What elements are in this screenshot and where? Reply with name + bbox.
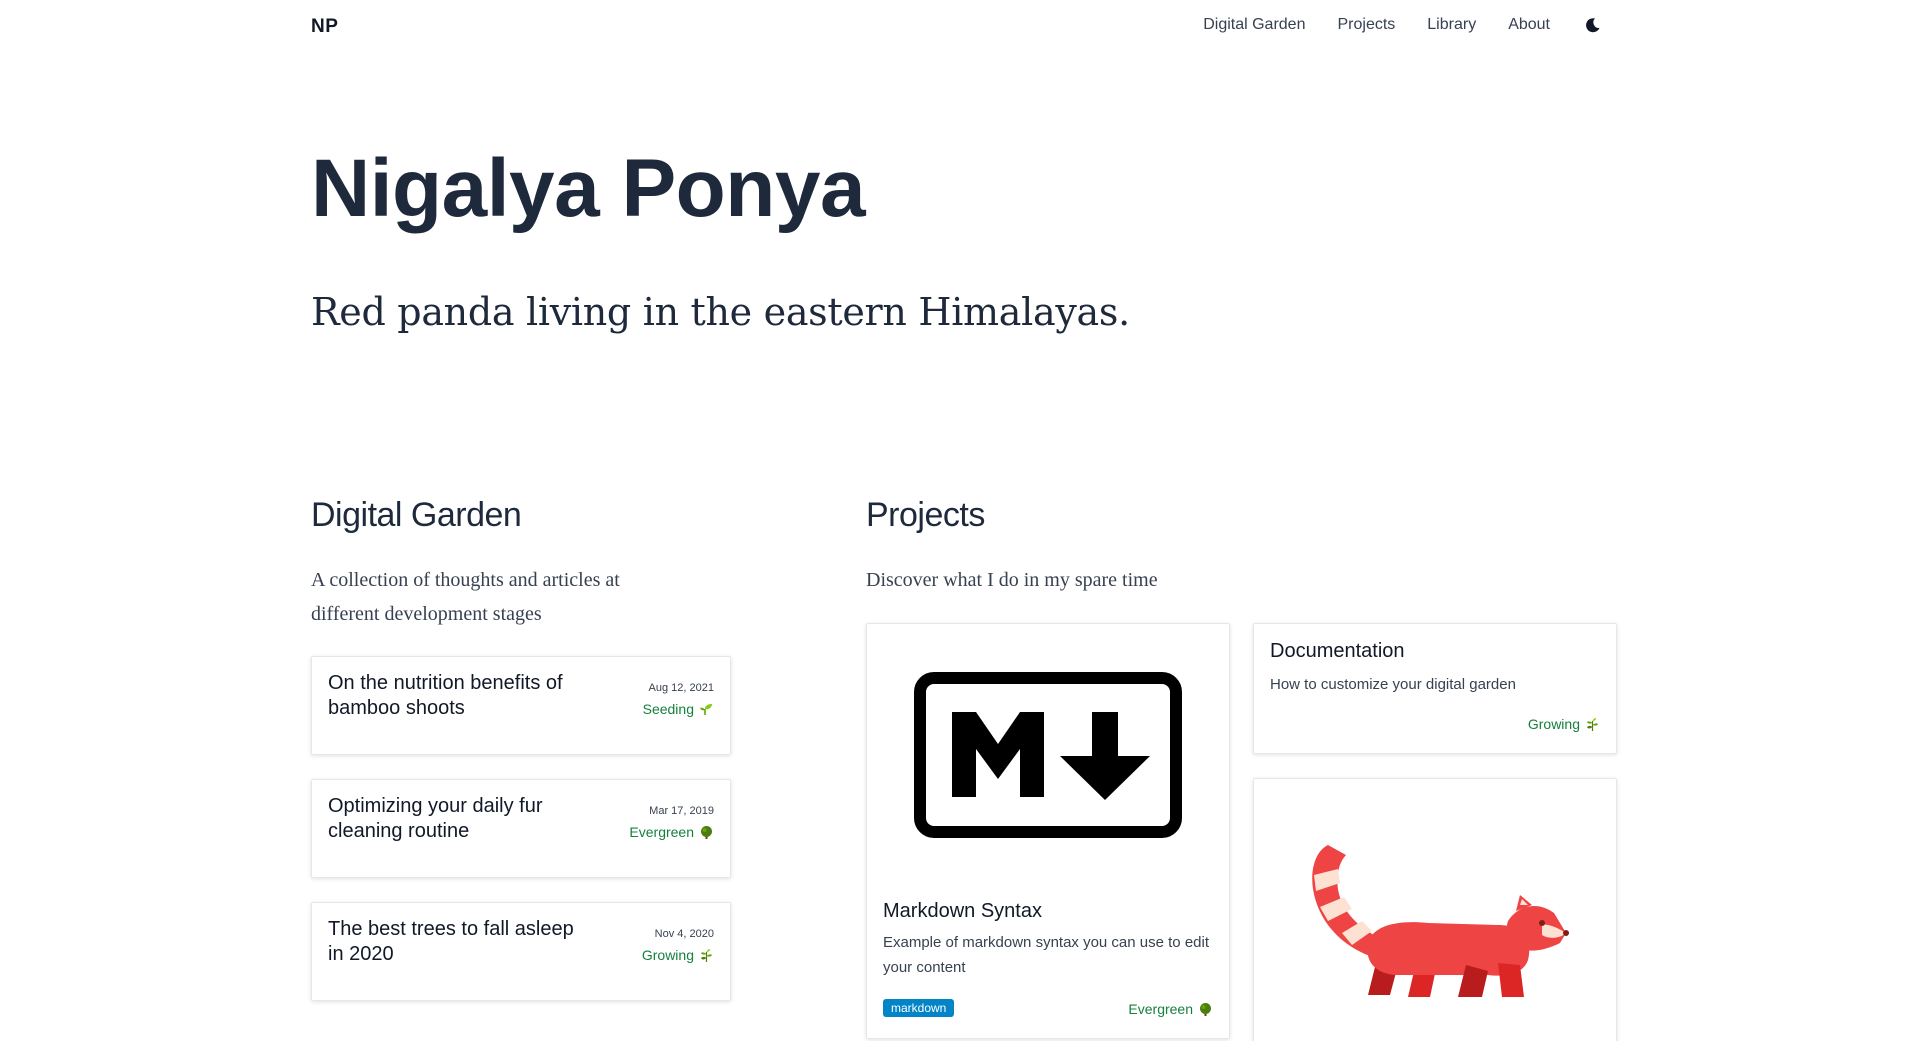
red-panda-icon <box>1298 825 1578 1010</box>
nav-digital-garden[interactable]: Digital Garden <box>1203 16 1305 34</box>
stage-label: Growing <box>641 947 694 963</box>
stage-label: Growing <box>1527 716 1580 732</box>
garden-card-title[interactable]: Optimizing your daily fur cleaning routi… <box>328 794 588 844</box>
stage-badge: Growing <box>1528 716 1600 732</box>
garden-card-title[interactable]: The best trees to fall asleep in 2020 <box>328 917 588 967</box>
project-card[interactable]: Markdown Syntax Example of markdown synt… <box>866 623 1230 1039</box>
moon-icon[interactable] <box>1582 14 1604 36</box>
garden-card[interactable]: Optimizing your daily fur cleaning routi… <box>311 779 731 878</box>
projects-section-title: Projects <box>866 496 985 534</box>
stage-badge: Evergreen <box>1128 1001 1213 1017</box>
project-card[interactable]: Documentation How to customize your digi… <box>1253 623 1617 754</box>
nav-about[interactable]: About <box>1508 16 1550 34</box>
garden-card-date: Mar 17, 2019 <box>649 805 714 817</box>
projects-section-description: Discover what I do in my spare time <box>866 569 1158 591</box>
garden-card[interactable]: On the nutrition benefits of bamboo shoo… <box>311 656 731 755</box>
project-card-title[interactable]: Documentation <box>1270 640 1405 663</box>
garden-description-line: different development stages <box>311 603 542 625</box>
brand-logo[interactable]: NP <box>311 16 338 38</box>
markdown-logo-icon <box>914 672 1182 843</box>
tag-badge[interactable]: markdown <box>883 999 955 1017</box>
stage-label: Evergreen <box>629 824 694 840</box>
tree-icon <box>1197 1001 1213 1017</box>
stage-label: Seeding <box>642 701 694 717</box>
stage-label: Evergreen <box>1128 1001 1193 1017</box>
seedling-icon <box>698 701 714 717</box>
nav-library[interactable]: Library <box>1427 16 1476 34</box>
herb-icon <box>1584 716 1600 732</box>
herb-icon <box>698 947 714 963</box>
project-card-description: How to customize your digital garden <box>1270 676 1516 693</box>
main-nav: Digital Garden Projects Library About <box>1203 14 1616 36</box>
stage-badge: Growing <box>642 947 714 963</box>
project-card-description: Example of markdown syntax you can use t… <box>883 934 1210 976</box>
nav-projects[interactable]: Projects <box>1337 16 1395 34</box>
garden-section-description: A collection of thoughts and articles at… <box>311 563 620 631</box>
garden-section-title: Digital Garden <box>311 496 522 534</box>
project-card[interactable] <box>1253 778 1617 1041</box>
stage-badge: Seeding <box>643 701 714 717</box>
hero-title: Nigalya Ponya <box>311 143 866 234</box>
page-container: NP Digital Garden Projects Library About… <box>311 0 1617 1041</box>
tree-icon <box>698 824 714 840</box>
stage-badge: Evergreen <box>629 824 714 840</box>
garden-card-date: Nov 4, 2020 <box>654 928 714 940</box>
site-header: NP Digital Garden Projects Library About <box>311 14 1616 44</box>
garden-description-line: A collection of thoughts and articles at <box>311 569 620 591</box>
garden-card-date: Aug 12, 2021 <box>648 682 714 694</box>
garden-card-title[interactable]: On the nutrition benefits of bamboo shoo… <box>328 671 588 721</box>
garden-card[interactable]: The best trees to fall asleep in 2020 No… <box>311 902 731 1001</box>
hero-subtitle: Red panda living in the eastern Himalaya… <box>311 290 1130 334</box>
project-card-title[interactable]: Markdown Syntax <box>883 900 1042 923</box>
